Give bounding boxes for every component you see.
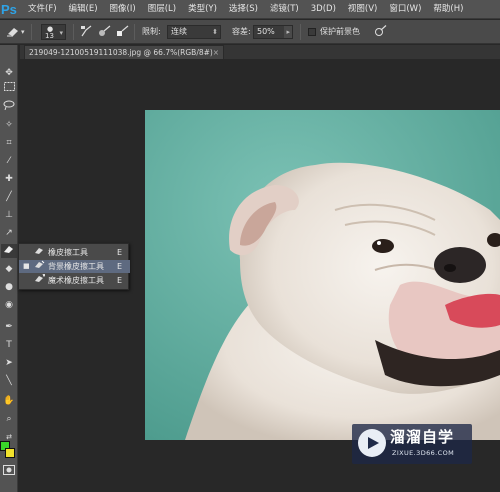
flyout-item-label: 背景橡皮擦工具 <box>48 262 104 271</box>
menu-select[interactable]: 选择(S) <box>223 0 264 19</box>
menu-layer[interactable]: 图层(L) <box>142 0 182 19</box>
line-tool-icon[interactable]: ╲ <box>1 374 17 388</box>
bulldog-photo <box>145 110 500 440</box>
limit-value: 连续 <box>171 27 187 36</box>
brush-size-picker[interactable]: ● 13 ▾ <box>41 24 66 40</box>
eraser-tools-flyout: 橡皮擦工具 E ■ 背景橡皮擦工具 E 魔术橡皮擦工具 E <box>18 243 130 290</box>
watermark-subtitle: ZIXUE.3D66.COM <box>392 449 455 457</box>
menu-window[interactable]: 窗口(W) <box>383 0 427 19</box>
sampling-continuous-icon[interactable] <box>80 25 94 41</box>
protect-foreground-label: 保护前景色 <box>320 27 360 36</box>
menubar: Ps 文件(F) 编辑(E) 图像(I) 图层(L) 类型(Y) 选择(S) 滤… <box>0 0 500 19</box>
toolbox: ✥ ✧ ⌗ ⁄ ✚ ╱ ⊥ ↗ ◆ ● ◉ ✒ T ➤ ╲ ✋ ⌕ ⇄ <box>0 45 18 492</box>
watermark: 溜溜自学 ZIXUE.3D66.COM <box>352 424 472 464</box>
flyout-item-label: 橡皮擦工具 <box>48 248 88 257</box>
photoshop-logo: Ps <box>1 1 17 17</box>
gradient-tool-icon[interactable]: ◆ <box>1 262 17 276</box>
clone-stamp-tool-icon[interactable]: ⊥ <box>1 208 17 222</box>
limit-select[interactable]: 连续 ⬍ <box>167 25 221 39</box>
close-icon[interactable]: × <box>213 46 219 59</box>
flyout-item-label: 魔术橡皮擦工具 <box>48 276 104 285</box>
brush-size-value: 13 <box>45 32 54 40</box>
marquee-tool-icon[interactable] <box>1 82 17 96</box>
history-brush-tool-icon[interactable]: ↗ <box>1 226 17 240</box>
menu-filter[interactable]: 滤镜(T) <box>264 0 305 19</box>
menu-type[interactable]: 类型(Y) <box>182 0 223 19</box>
tolerance-value: 50% <box>257 27 275 36</box>
quick-selection-tool-icon[interactable]: ✧ <box>1 118 17 132</box>
watermark-title: 溜溜自学 <box>390 428 455 446</box>
lasso-tool-icon[interactable] <box>1 100 17 114</box>
eraser-icon <box>32 246 46 259</box>
document-tab-bar: 219049-12100519111038.jpg @ 66.7%(RGB/8#… <box>20 45 500 59</box>
limit-label: 限制: <box>142 27 161 36</box>
menu-help[interactable]: 帮助(H) <box>427 0 469 19</box>
watermark-logo-icon <box>358 429 386 457</box>
blur-tool-icon[interactable]: ● <box>1 280 17 294</box>
eraser-tool-preset-icon[interactable] <box>6 25 20 41</box>
hand-tool-icon[interactable]: ✋ <box>1 394 17 408</box>
type-tool-icon[interactable]: T <box>1 338 17 352</box>
eyedropper-tool-icon[interactable]: ⁄ <box>1 154 17 168</box>
flyout-item-eraser[interactable]: 橡皮擦工具 E <box>19 246 130 259</box>
flyout-item-shortcut: E <box>116 262 122 271</box>
magic-eraser-icon <box>32 273 46 287</box>
menu-3d[interactable]: 3D(D) <box>305 0 342 19</box>
selected-bullet-icon: ■ <box>23 262 30 270</box>
menu-view[interactable]: 视图(V) <box>342 0 383 19</box>
eraser-tool-icon[interactable] <box>1 244 17 258</box>
path-selection-tool-icon[interactable]: ➤ <box>1 356 17 370</box>
sampling-background-swatch-icon[interactable] <box>116 25 130 41</box>
background-eraser-icon <box>32 260 46 273</box>
options-bar: ▾ ● 13 ▾ 限制: 连续 ⬍ 容差: 50% ▸ 保护前景色 <box>0 20 500 44</box>
document-image-bulldog[interactable] <box>145 110 500 440</box>
document-tab-title: 219049-12100519111038.jpg @ 66.7%(RGB/8#… <box>29 48 213 57</box>
flyout-item-shortcut: E <box>116 276 122 285</box>
pen-tool-icon[interactable]: ✒ <box>1 320 17 334</box>
background-color-swatch[interactable] <box>5 448 15 458</box>
chevron-down-icon[interactable]: ▾ <box>21 25 25 39</box>
menu-edit[interactable]: 编辑(E) <box>63 0 104 19</box>
pressure-size-icon[interactable] <box>374 25 388 41</box>
flyout-item-magic-eraser[interactable]: 魔术橡皮擦工具 E <box>19 273 130 287</box>
brush-tool-icon[interactable]: ╱ <box>1 190 17 204</box>
document-tab[interactable]: 219049-12100519111038.jpg @ 66.7%(RGB/8#… <box>24 45 224 59</box>
flyout-item-shortcut: E <box>116 248 122 257</box>
zoom-tool-icon[interactable]: ⌕ <box>1 412 17 426</box>
flyout-item-background-eraser[interactable]: ■ 背景橡皮擦工具 E <box>19 260 130 273</box>
menu-image[interactable]: 图像(I) <box>104 0 142 19</box>
menu-file[interactable]: 文件(F) <box>22 0 63 19</box>
dodge-tool-icon[interactable]: ◉ <box>1 298 17 312</box>
tolerance-input[interactable]: 50% ▸ <box>253 25 293 39</box>
crop-tool-icon[interactable]: ⌗ <box>1 136 17 150</box>
tolerance-label: 容差: <box>232 27 251 36</box>
quick-mask-icon[interactable] <box>1 465 17 479</box>
protect-foreground-checkbox[interactable] <box>308 28 316 36</box>
sampling-once-icon[interactable] <box>98 25 112 41</box>
healing-brush-tool-icon[interactable]: ✚ <box>1 172 17 186</box>
move-tool-icon[interactable]: ✥ <box>1 66 17 80</box>
